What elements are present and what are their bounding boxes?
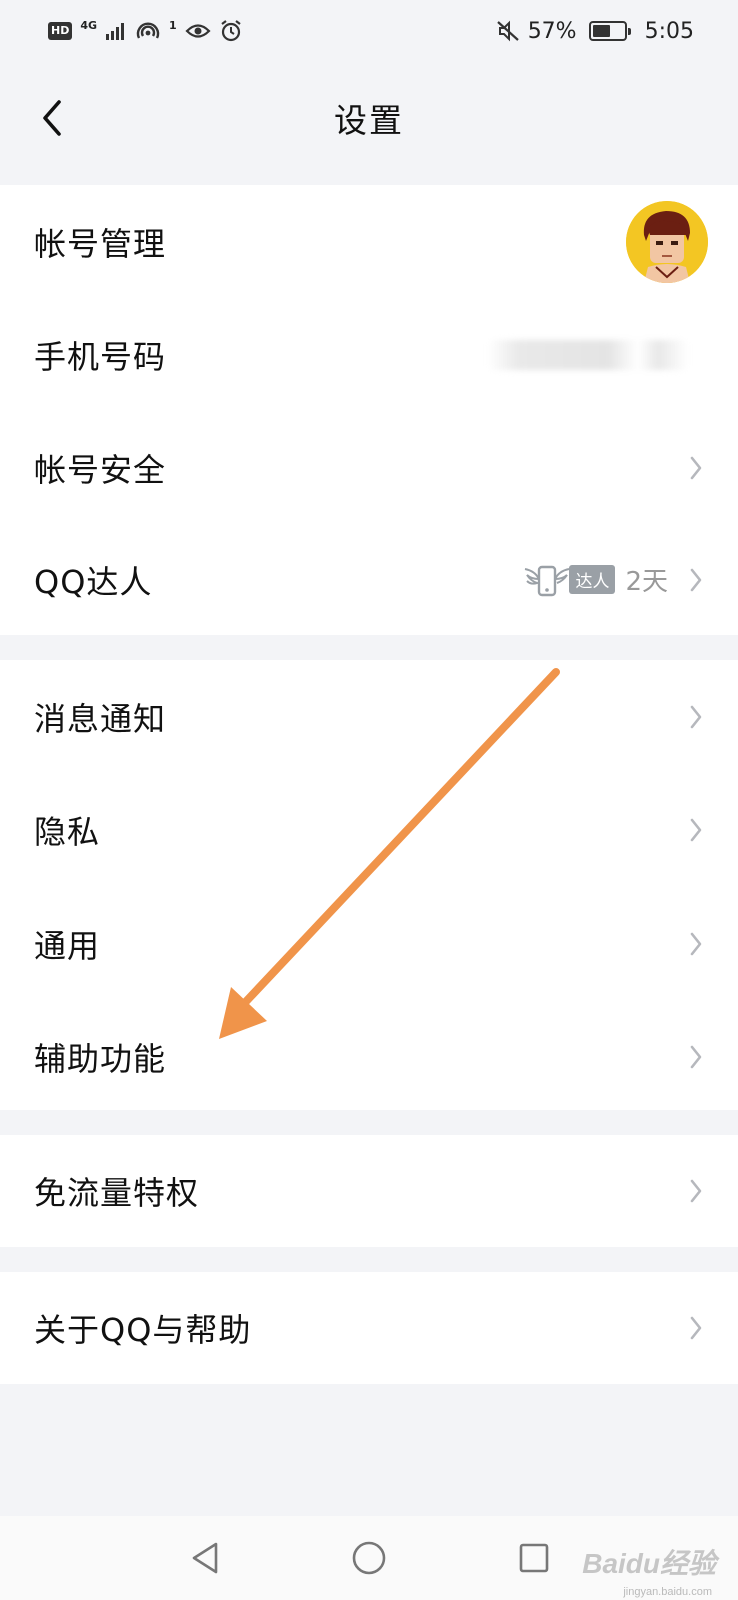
chevron-right-icon xyxy=(686,815,706,845)
chevron-right-icon xyxy=(686,1313,706,1343)
chevron-right-icon xyxy=(686,565,706,595)
status-left-icons: HD 4G 1 xyxy=(48,19,243,43)
chevron-right-icon xyxy=(686,702,706,732)
settings-group-general: 消息通知 隐私 通用 辅助功能 xyxy=(0,660,738,1110)
signal-icon xyxy=(105,21,127,41)
system-back-button[interactable] xyxy=(182,1534,230,1582)
mute-icon xyxy=(496,20,520,42)
row-label: 免流量特权 xyxy=(34,1174,200,1212)
chevron-left-icon xyxy=(43,100,61,136)
row-label: 帐号管理 xyxy=(34,224,167,263)
row-privacy[interactable]: 隐私 xyxy=(0,774,738,888)
row-label: 辅助功能 xyxy=(34,1040,167,1079)
row-account-security[interactable]: 帐号安全 xyxy=(0,411,738,524)
square-recents-icon xyxy=(519,1543,549,1573)
chevron-right-icon xyxy=(686,1176,706,1206)
avatar-image xyxy=(626,200,708,283)
battery-icon xyxy=(588,21,631,41)
row-about-and-help[interactable]: 关于QQ与帮助 xyxy=(0,1272,738,1384)
settings-group-account: 帐号管理 手机号码 帐号安全 QQ达人 达人 2天 xyxy=(0,185,738,635)
notification-count: 1 xyxy=(169,18,177,32)
avatar[interactable] xyxy=(626,200,708,283)
chevron-right-icon xyxy=(686,1042,706,1072)
eye-icon xyxy=(185,22,211,40)
row-label: 帐号安全 xyxy=(34,450,167,489)
row-label: QQ达人 xyxy=(34,562,153,601)
row-label: 手机号码 xyxy=(34,337,167,376)
row-phone-number[interactable]: 手机号码 xyxy=(0,298,738,411)
daren-tag: 达人 xyxy=(569,565,616,594)
clock: 5:05 xyxy=(644,18,694,44)
battery-fill xyxy=(592,25,610,37)
alarm-icon xyxy=(219,19,243,43)
row-label: 消息通知 xyxy=(34,699,167,738)
system-recents-button[interactable] xyxy=(510,1534,558,1582)
baidu-watermark-url: jingyan.baidu.com xyxy=(623,1586,712,1598)
hd-badge: HD xyxy=(48,22,73,40)
baidu-watermark: Baidu经验 xyxy=(582,1548,716,1579)
status-right-icons: 57% 5:05 xyxy=(496,19,694,44)
daren-days: 2天 xyxy=(625,567,668,597)
hotspot-icon xyxy=(135,20,161,42)
status-bar: HD 4G 1 57% 5:05 xyxy=(0,0,738,62)
row-label: 通用 xyxy=(34,926,101,965)
row-qq-daren[interactable]: QQ达人 达人 2天 xyxy=(0,524,738,635)
phone-number-value-blurred xyxy=(488,339,688,370)
back-button[interactable] xyxy=(22,88,82,148)
triangle-back-icon xyxy=(192,1542,218,1574)
row-accessibility[interactable]: 辅助功能 xyxy=(0,1001,738,1115)
system-nav-bar: Baidu经验 jingyan.baidu.com xyxy=(0,1516,738,1600)
settings-group-data-free: 免流量特权 xyxy=(0,1135,738,1247)
battery-percent: 57% xyxy=(527,18,577,44)
circle-home-icon xyxy=(352,1541,386,1575)
row-label: 隐私 xyxy=(34,813,101,852)
row-free-data-privilege[interactable]: 免流量特权 xyxy=(0,1135,738,1247)
row-general[interactable]: 通用 xyxy=(0,887,738,1001)
system-home-button[interactable] xyxy=(345,1534,393,1582)
row-label: 关于QQ与帮助 xyxy=(34,1311,252,1349)
chevron-right-icon xyxy=(686,453,706,483)
daren-badge: 达人 xyxy=(521,561,616,599)
nav-bar: 设置 xyxy=(0,62,738,174)
row-account-management[interactable]: 帐号管理 xyxy=(0,185,738,298)
settings-group-about: 关于QQ与帮助 xyxy=(0,1272,738,1384)
winged-phone-icon xyxy=(525,565,570,596)
page-title: 设置 xyxy=(334,101,404,140)
chevron-right-icon xyxy=(686,929,706,959)
row-message-notification[interactable]: 消息通知 xyxy=(0,660,738,774)
network-type: 4G xyxy=(80,18,98,32)
